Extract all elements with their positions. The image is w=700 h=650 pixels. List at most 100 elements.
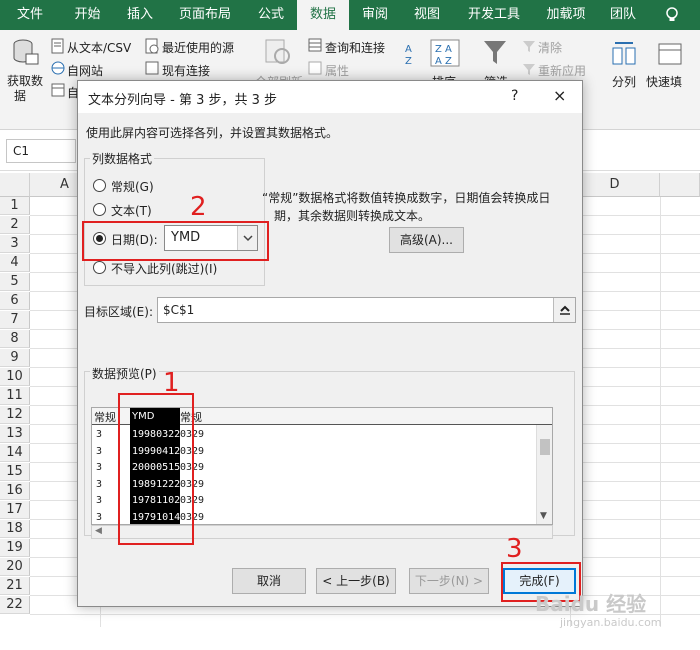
tab-view[interactable]: 视图 — [401, 0, 453, 30]
tab-insert[interactable]: 插入 — [115, 0, 165, 30]
dialog-intro-text: 使用此屏内容可选择各列，并设置其数据格式。 — [86, 126, 339, 140]
tab-developer[interactable]: 开发工具 — [453, 0, 535, 30]
destination-label: 目标区域(E): — [84, 305, 153, 319]
text-to-columns-icon[interactable] — [611, 38, 637, 71]
dialog-title: 文本分列向导 - 第 3 步，共 3 步 — [88, 93, 278, 108]
row-header[interactable]: 6 — [0, 292, 30, 310]
recent-sources-button[interactable]: 最近使用的源 — [162, 39, 234, 56]
row-header[interactable]: 11 — [0, 387, 30, 405]
format-description-line2: 期，其余数据则转换成文本。 — [274, 209, 431, 223]
row-header[interactable]: 21 — [0, 577, 30, 595]
column-format-group-label: 列数据格式 — [90, 150, 155, 167]
tab-formulas[interactable]: 公式 — [245, 0, 297, 30]
row-header[interactable]: 12 — [0, 406, 30, 424]
tab-home[interactable]: 开始 — [60, 0, 115, 30]
text-to-columns-button[interactable]: 分列 — [612, 73, 636, 90]
row-header[interactable]: 22 — [0, 596, 30, 614]
scrollbar-thumb[interactable] — [540, 439, 550, 455]
text-file-icon — [51, 38, 65, 57]
cancel-button[interactable]: 取消 — [232, 568, 306, 594]
watermark-logo: Baidu 经验 — [535, 592, 647, 616]
radio-general[interactable] — [93, 179, 106, 192]
help-button[interactable]: ? — [511, 88, 518, 104]
row-header[interactable]: 5 — [0, 273, 30, 291]
radio-skip[interactable] — [93, 261, 106, 274]
row-header[interactable]: 3 — [0, 235, 30, 253]
tab-data[interactable]: 数据 — [297, 0, 349, 30]
preview-cell-general: 3 — [96, 511, 103, 523]
svg-text:A: A — [405, 44, 412, 55]
column-header-d[interactable]: D — [570, 173, 660, 197]
name-box[interactable]: C1 — [6, 139, 76, 163]
lightbulb-icon[interactable] — [665, 7, 679, 23]
tab-review[interactable]: 审阅 — [349, 0, 401, 30]
row-header[interactable]: 9 — [0, 349, 30, 367]
radio-general-label[interactable]: 常规(G) — [111, 178, 154, 195]
sort-az-icon[interactable]: AZ Z AA Z — [403, 38, 463, 71]
flash-fill-button[interactable]: 快速填 — [646, 73, 682, 90]
filter-icon[interactable] — [482, 38, 508, 71]
preview-vertical-scrollbar[interactable]: ▼ — [536, 425, 552, 524]
row-header[interactable]: 16 — [0, 482, 30, 500]
tab-file[interactable]: 文件 — [0, 0, 60, 30]
gridline — [660, 197, 661, 627]
radio-text[interactable] — [93, 203, 106, 216]
row-header[interactable]: 17 — [0, 501, 30, 519]
row-header[interactable]: 19 — [0, 539, 30, 557]
advanced-button[interactable]: 高级(A)... — [389, 227, 464, 253]
data-preview-label: 数据预览(P) — [90, 365, 159, 382]
row-header[interactable]: 7 — [0, 311, 30, 329]
next-button[interactable]: 下一步(N) > — [409, 568, 489, 594]
scroll-left-icon[interactable]: ◀ — [95, 526, 102, 536]
existing-connections-button[interactable]: 现有连接 — [162, 62, 210, 79]
clear-filter-icon — [522, 39, 536, 56]
row-header[interactable]: 2 — [0, 216, 30, 234]
svg-text:Z A: Z A — [435, 44, 452, 55]
refresh-all-icon — [262, 36, 292, 69]
row-header[interactable]: 20 — [0, 558, 30, 576]
row-header[interactable]: 14 — [0, 444, 30, 462]
row-header[interactable]: 1 — [0, 197, 30, 215]
row-header[interactable]: 8 — [0, 330, 30, 348]
preview-cell-general: 3 — [96, 462, 103, 473]
back-button[interactable]: < 上一步(B) — [316, 568, 396, 594]
select-all-corner[interactable] — [0, 173, 30, 197]
collapse-dialog-icon[interactable] — [553, 298, 575, 322]
queries-connections-button[interactable]: 查询和连接 — [325, 39, 385, 56]
tab-page-layout[interactable]: 页面布局 — [165, 0, 245, 30]
column-header-e[interactable] — [660, 173, 700, 197]
properties-button[interactable]: 属性 — [325, 62, 349, 79]
annotation-box-1 — [118, 393, 194, 545]
preview-cell-general: 3 — [96, 478, 103, 490]
row-header[interactable]: 13 — [0, 425, 30, 443]
annotation-number-1: 1 — [163, 368, 180, 398]
scroll-down-icon[interactable]: ▼ — [540, 511, 547, 521]
svg-text:Z: Z — [405, 56, 412, 67]
radio-skip-label[interactable]: 不导入此列(跳过)(I) — [111, 260, 217, 277]
preview-cell-general: 3 — [96, 495, 103, 506]
get-data-label-2[interactable]: 据 — [14, 87, 26, 104]
row-header[interactable]: 10 — [0, 368, 30, 386]
tab-team[interactable]: 团队 — [597, 0, 649, 30]
flash-fill-icon[interactable] — [657, 38, 687, 71]
database-icon[interactable] — [10, 38, 40, 71]
row-header[interactable]: 18 — [0, 520, 30, 538]
preview-cell-general: 3 — [96, 429, 103, 440]
from-web-button[interactable]: 自网站 — [67, 62, 103, 79]
format-description-line1: “常规”数据格式将数值转换成数字，日期值会转换成日 — [262, 191, 551, 205]
reapply-button[interactable]: 重新应用 — [538, 62, 586, 79]
row-header[interactable]: 4 — [0, 254, 30, 272]
svg-text:A Z: A Z — [435, 56, 452, 67]
row-header[interactable]: 15 — [0, 463, 30, 481]
preview-header-general-1[interactable]: 常规 — [94, 409, 116, 425]
radio-text-label[interactable]: 文本(T) — [111, 202, 152, 219]
destination-input[interactable]: $C$1 — [157, 297, 576, 323]
ribbon-tab-bar: 文件 开始 插入 页面布局 公式 数据 审阅 视图 开发工具 加载项 团队 — [0, 0, 700, 30]
tab-addins[interactable]: 加载项 — [535, 0, 597, 30]
clear-button[interactable]: 清除 — [538, 39, 562, 56]
table-icon — [51, 83, 65, 100]
recent-sources-icon — [145, 38, 159, 57]
queries-icon — [308, 38, 322, 55]
from-text-csv-button[interactable]: 从文本/CSV — [67, 39, 131, 56]
close-button[interactable]: × — [553, 86, 566, 105]
